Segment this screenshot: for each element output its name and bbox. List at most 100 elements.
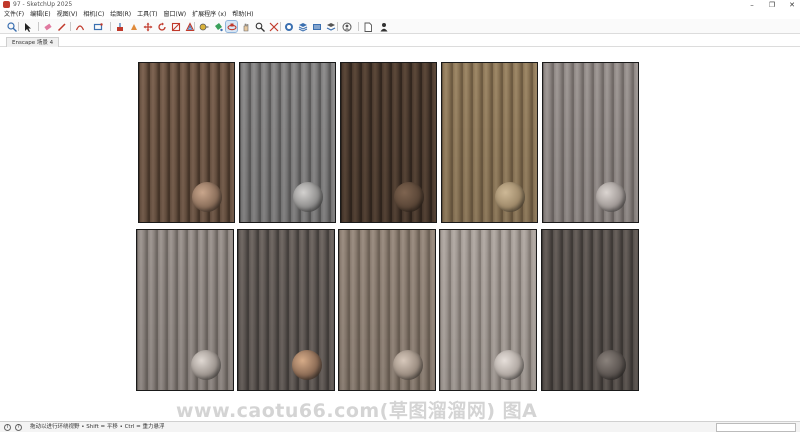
- new-file-icon: [364, 22, 372, 32]
- layout-icon: [312, 23, 321, 30]
- material-sample-sphere: [394, 182, 424, 212]
- move-icon: [143, 22, 152, 31]
- tape-measure-tool-button[interactable]: [198, 21, 209, 32]
- rectangle-tool-button[interactable]: [92, 21, 103, 32]
- scale-tool-button[interactable]: [170, 21, 181, 32]
- eraser-icon: [43, 23, 52, 30]
- sketchup-logo-icon: [3, 1, 10, 8]
- zoom-tool-button[interactable]: [6, 21, 17, 32]
- window-title: 97 - SketchUp 2025: [13, 1, 73, 8]
- menu-help[interactable]: 帮助(H): [232, 10, 253, 19]
- new-file-tool-button[interactable]: [362, 21, 373, 32]
- wood-panel-10[interactable]: [541, 229, 639, 391]
- scene-tab-enscape-4[interactable]: Enscape 场景 4: [6, 37, 60, 47]
- status-bar: i ? 拖动以进行环绕视野 • Shift = 平移 • Ctrl = 重力悬浮: [0, 421, 800, 432]
- orbit-tool-button[interactable]: [225, 20, 238, 33]
- toolbar-separator: [194, 22, 195, 31]
- offset-icon: [185, 21, 194, 31]
- material-sample-sphere: [393, 350, 423, 380]
- toolbar-separator: [358, 22, 359, 31]
- material-sample-sphere: [596, 350, 626, 380]
- menu-edit[interactable]: 编辑(E): [30, 10, 50, 19]
- menu-extensions[interactable]: 扩展程序 (x): [192, 10, 226, 19]
- push-pull-icon: [116, 22, 123, 31]
- zoom-extents-tool-button[interactable]: [268, 21, 279, 32]
- pan-icon: [243, 23, 248, 31]
- paint-bucket-tool-button[interactable]: [212, 21, 223, 32]
- menu-file[interactable]: 文件(F): [4, 10, 24, 19]
- select-arrow-tool-button[interactable]: [22, 21, 33, 32]
- toolbar-separator: [280, 22, 281, 31]
- account-tool-button[interactable]: [341, 21, 352, 32]
- menu-view[interactable]: 视图(V): [57, 10, 78, 19]
- paint-bucket-icon: [214, 22, 223, 31]
- material-sample-sphere: [192, 182, 222, 212]
- wood-panel-5[interactable]: [542, 62, 639, 223]
- toolbar-separator: [337, 22, 338, 31]
- maximize-button[interactable]: ❐: [764, 0, 780, 10]
- wood-panel-8[interactable]: [338, 229, 436, 391]
- zoom-window-tool-button[interactable]: [254, 21, 265, 32]
- extension-manager-icon: [326, 22, 335, 31]
- menu-tools[interactable]: 工具(T): [137, 10, 157, 19]
- material-sample-sphere: [596, 182, 626, 212]
- arc-icon: [75, 24, 84, 30]
- arc-tool-button[interactable]: [74, 21, 85, 32]
- scale-icon: [171, 22, 180, 31]
- wood-panel-6[interactable]: [136, 229, 234, 391]
- toolbar-separator: [70, 22, 71, 31]
- extension-manager-tool-button[interactable]: [325, 21, 336, 32]
- account-icon: [342, 22, 351, 31]
- push-pull-tool-button[interactable]: [114, 21, 125, 32]
- extension-warehouse-tool-button[interactable]: [297, 21, 308, 32]
- tape-measure-icon: [199, 23, 208, 30]
- wood-panel-9[interactable]: [439, 229, 537, 391]
- menu-bar: 文件(F) 编辑(E) 视图(V) 相机(C) 绘图(R) 工具(T) 窗口(W…: [0, 10, 800, 19]
- wood-panel-7[interactable]: [237, 229, 335, 391]
- orbit-icon: [226, 23, 237, 30]
- wood-panel-1[interactable]: [138, 62, 235, 223]
- toolbar-separator: [38, 22, 39, 31]
- toolbar-separator: [18, 22, 19, 31]
- move-tool-button[interactable]: [142, 21, 153, 32]
- help-icon[interactable]: ?: [15, 424, 22, 431]
- title-bar: 97 - SketchUp 2025 – ❐ ✕: [0, 0, 800, 10]
- measurements-input[interactable]: [716, 423, 796, 432]
- user-icon: [380, 22, 387, 31]
- material-sample-sphere: [495, 182, 525, 212]
- pan-tool-button[interactable]: [240, 21, 251, 32]
- layout-tool-button[interactable]: [311, 21, 322, 32]
- rectangle-icon: [93, 22, 103, 30]
- menu-camera[interactable]: 相机(C): [83, 10, 104, 19]
- wood-panel-3[interactable]: [340, 62, 437, 223]
- material-sample-sphere: [191, 350, 221, 380]
- material-sample-sphere: [494, 350, 524, 380]
- warehouse-tool-button[interactable]: [283, 21, 294, 32]
- watermark-text: www.caotu66.com(草图溜溜网) 图A: [176, 400, 538, 422]
- warehouse-icon: [284, 22, 293, 31]
- zoom-extents-icon: [269, 22, 278, 31]
- follow-me-icon: [130, 23, 137, 30]
- pencil-icon: [57, 22, 66, 31]
- rotate-icon: [157, 22, 166, 31]
- info-icon[interactable]: i: [4, 424, 11, 431]
- pencil-tool-button[interactable]: [56, 21, 67, 32]
- wood-panel-4[interactable]: [441, 62, 538, 223]
- material-sample-sphere: [292, 350, 322, 380]
- minimize-button[interactable]: –: [744, 0, 760, 10]
- user-tool-button[interactable]: [378, 21, 389, 32]
- rotate-tool-button[interactable]: [156, 21, 167, 32]
- close-button[interactable]: ✕: [784, 0, 800, 10]
- zoom-icon: [6, 21, 17, 32]
- main-toolbar: [0, 19, 800, 34]
- toolbar-separator: [110, 22, 111, 31]
- eraser-tool-button[interactable]: [42, 21, 53, 32]
- menu-window[interactable]: 窗口(W): [164, 10, 187, 19]
- status-hint-text: 拖动以进行环绕视野 • Shift = 平移 • Ctrl = 重力悬浮: [30, 424, 165, 430]
- zoom-window-icon: [255, 22, 265, 32]
- follow-me-tool-button[interactable]: [128, 21, 139, 32]
- wood-panel-2[interactable]: [239, 62, 336, 223]
- scene-tab-bar: Enscape 场景 4: [0, 35, 800, 47]
- model-viewport[interactable]: [0, 48, 800, 420]
- menu-draw[interactable]: 绘图(R): [110, 10, 131, 19]
